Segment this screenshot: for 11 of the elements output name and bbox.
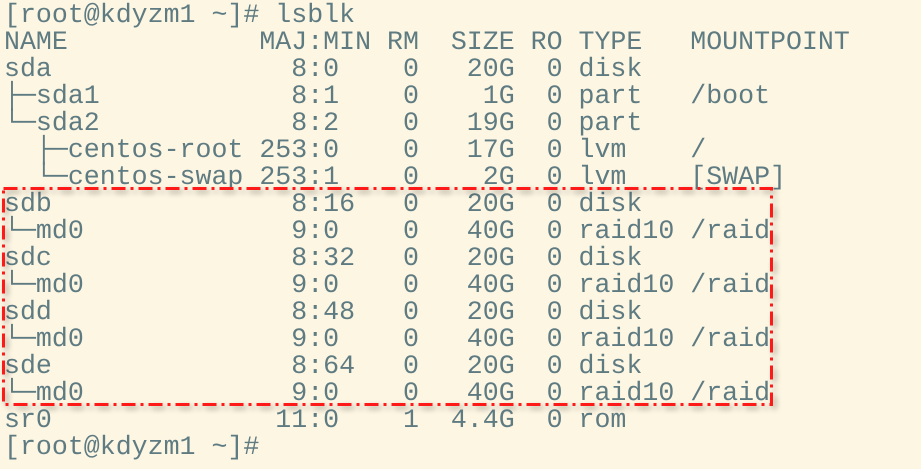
terminal-line: NAME MAJ:MIN RM SIZE RO TYPE MOUNTPOINT — [4, 29, 850, 56]
terminal-line: └─md0 9:0 0 40G 0 raid10 /raid — [4, 326, 770, 353]
terminal-line: ├─sda1 8:1 0 1G 0 part /boot — [4, 83, 770, 110]
terminal-line: └─md0 9:0 0 40G 0 raid10 /raid — [4, 218, 770, 245]
terminal-line: └─centos-swap 253:1 0 2G 0 lvm [SWAP] — [36, 164, 786, 191]
terminal-line: sr0 11:0 1 4.4G 0 rom — [4, 407, 626, 434]
terminal-line: [root@kdyzm1 ~]# lsblk — [4, 2, 356, 29]
terminal-line: [root@kdyzm1 ~]# — [4, 434, 260, 461]
terminal-line: ├─centos-root 253:0 0 17G 0 lvm / — [34, 137, 706, 164]
terminal-line: └─md0 9:0 0 40G 0 raid10 /raid — [4, 272, 770, 299]
terminal-line: └─md0 9:0 0 40G 0 raid10 /raid — [4, 380, 770, 407]
